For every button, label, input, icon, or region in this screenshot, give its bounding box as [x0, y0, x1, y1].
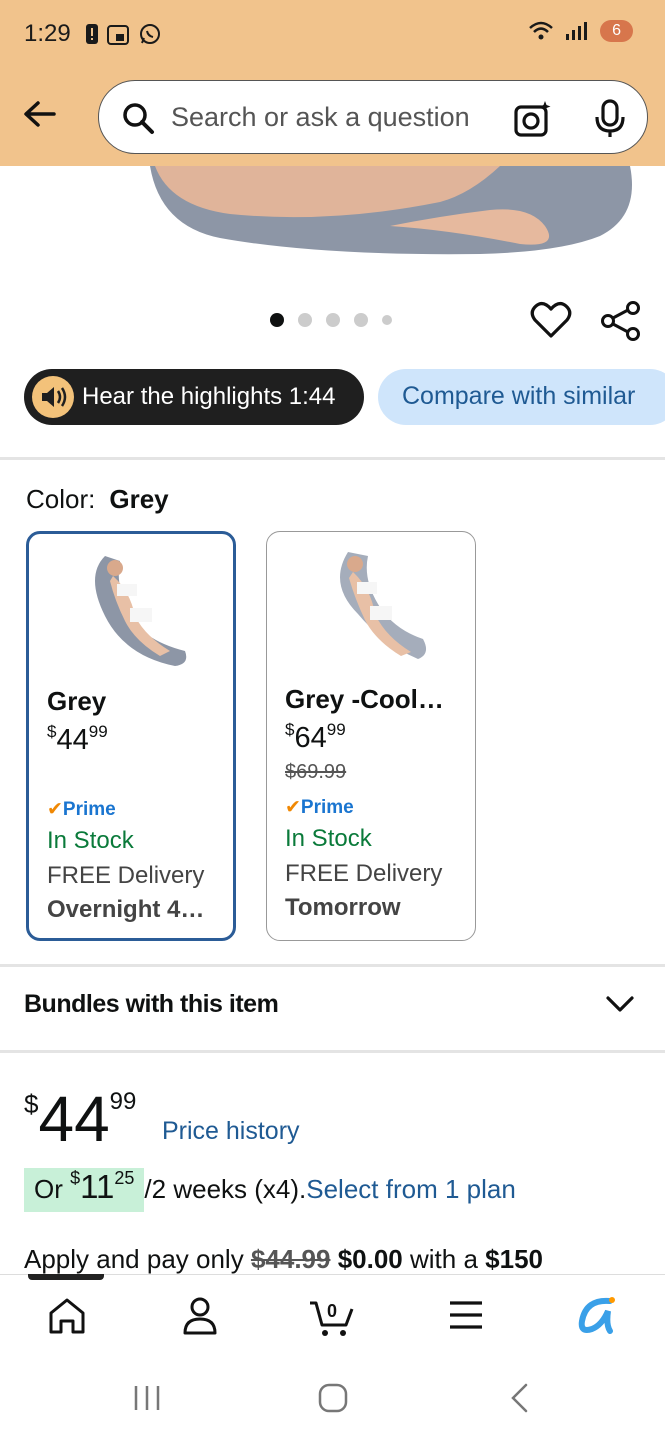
variant-thumbnail [95, 556, 187, 666]
svg-text:0: 0 [327, 1301, 337, 1321]
system-navigation-bar [0, 1354, 665, 1440]
variant-price: $6499 [285, 720, 346, 754]
variant-name: Grey [47, 686, 107, 716]
search-icon [123, 103, 154, 134]
carousel-dot[interactable] [354, 313, 368, 327]
variant-name: Grey -Cool… [285, 684, 444, 714]
carousel-dots[interactable] [270, 313, 392, 327]
status-bar: 1:29 6 [0, 0, 665, 66]
cart-icon[interactable]: 0 [308, 1295, 356, 1339]
camera-search-icon[interactable] [513, 99, 553, 139]
share-icon[interactable] [600, 300, 642, 342]
rufus-ai-icon[interactable] [576, 1295, 620, 1335]
system-icons: 6 [528, 20, 633, 42]
back-button-icon[interactable] [508, 1382, 530, 1414]
notification-icons [84, 22, 162, 46]
color-value: Grey [109, 484, 169, 514]
chevron-down-icon[interactable] [604, 992, 636, 1016]
signal-icon [566, 22, 588, 40]
variant-price: $4499 [47, 722, 108, 756]
price-history-link[interactable]: Price history [162, 1117, 300, 1146]
prime-badge: ✔Prime [47, 799, 116, 820]
alert-icon [86, 24, 98, 44]
section-divider [0, 457, 665, 460]
microphone-icon[interactable] [593, 99, 627, 139]
card-offer-text[interactable]: Apply and pay only $44.99 $0.00 with a $… [24, 1244, 543, 1275]
menu-icon[interactable] [448, 1295, 484, 1335]
heart-icon[interactable] [530, 300, 572, 340]
section-divider [0, 1050, 665, 1053]
variant-card-grey[interactable]: Grey $4499 ✔Prime In Stock FREE Delivery… [26, 531, 236, 941]
active-tab-indicator [28, 1274, 104, 1280]
prime-badge: ✔Prime [285, 797, 354, 818]
account-icon[interactable] [180, 1295, 220, 1337]
section-divider [0, 964, 665, 967]
carousel-dot[interactable] [382, 315, 392, 325]
compare-similar-button[interactable]: Compare with similar [378, 369, 665, 425]
stock-status: In Stock [285, 825, 372, 852]
delivery-label: FREE Delivery [285, 860, 443, 887]
delivery-when: Overnight 4… [47, 896, 205, 923]
carousel-dot[interactable] [298, 313, 312, 327]
whatsapp-icon [140, 24, 160, 44]
back-arrow-icon[interactable] [20, 96, 60, 136]
delivery-when: Tomorrow [285, 894, 401, 921]
hear-highlights-button[interactable]: Hear the highlights 1:44 [24, 369, 364, 425]
color-label: Color: [26, 484, 96, 514]
delivery-label: FREE Delivery [47, 862, 205, 889]
status-time: 1:29 [24, 20, 71, 47]
variant-card-grey-cool[interactable]: Grey -Cool… $6499 $69.99 ✔Prime In Stock… [266, 531, 476, 941]
carousel-dot[interactable] [326, 313, 340, 327]
prime-check-icon: ✔ [47, 799, 63, 820]
main-price: $4499 [24, 1083, 137, 1155]
battery-indicator: 6 [600, 20, 633, 42]
home-button-icon[interactable] [318, 1383, 348, 1413]
search-input[interactable]: Search or ask a question [171, 102, 470, 133]
home-icon[interactable] [46, 1295, 88, 1337]
bottom-navigation: 0 [0, 1274, 665, 1354]
product-image[interactable] [0, 166, 665, 258]
select-plan-link[interactable]: Select from 1 plan [306, 1174, 516, 1204]
installment-offer: Or $1125/2 weeks (x4).Select from 1 plan [24, 1168, 516, 1212]
wifi-icon [529, 21, 553, 40]
hear-highlights-label: Hear the highlights 1:44 [82, 383, 336, 410]
search-bar[interactable]: Search or ask a question [98, 80, 648, 154]
variant-thumbnail [340, 552, 427, 659]
lock-app-icon [107, 25, 129, 45]
recents-icon[interactable] [132, 1384, 162, 1412]
carousel-dot[interactable] [270, 313, 284, 327]
header-bar: 1:29 6 Search or ask a question [0, 0, 665, 166]
color-selector-label: Color: Grey [26, 484, 169, 515]
stock-status: In Stock [47, 827, 134, 854]
speaker-icon [32, 376, 74, 418]
prime-check-icon: ✔ [285, 797, 301, 818]
list-price: $69.99 [285, 761, 347, 783]
bundles-header[interactable]: Bundles with this item [24, 990, 279, 1019]
installment-amount: Or $1125 [24, 1168, 145, 1212]
